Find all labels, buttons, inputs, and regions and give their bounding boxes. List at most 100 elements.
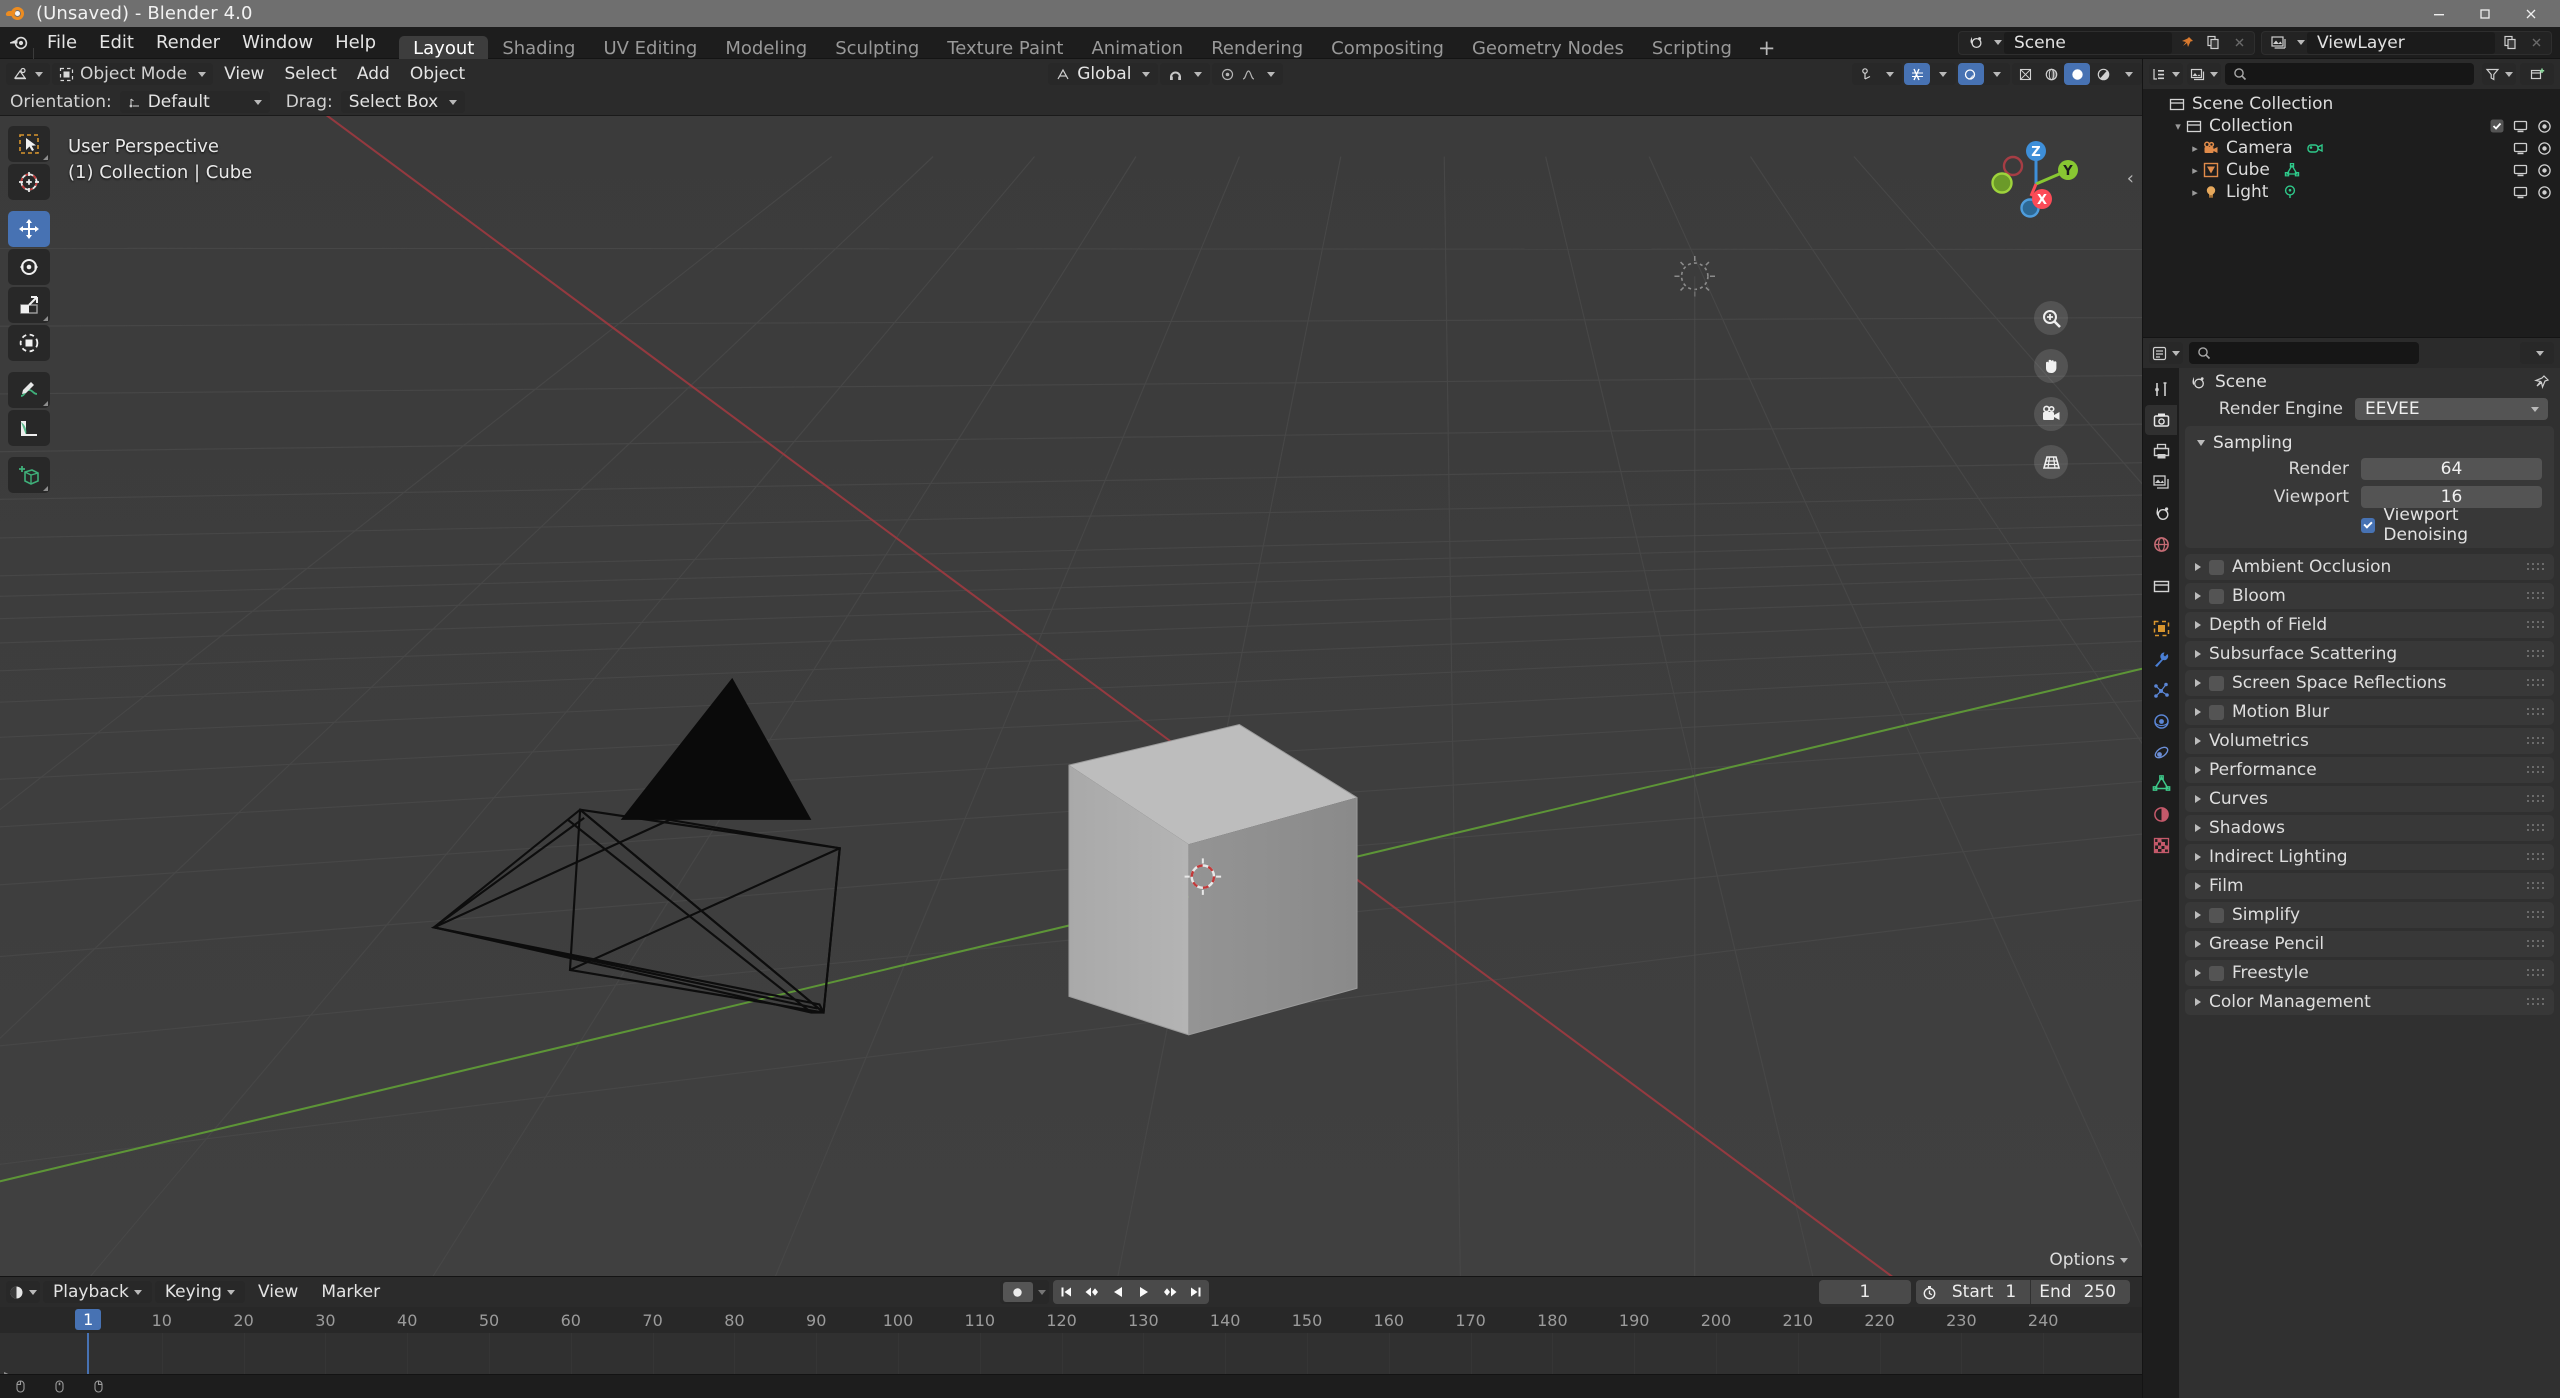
- unlink-scene-icon[interactable]: [2226, 32, 2252, 54]
- drag-dropdown[interactable]: Select Box: [341, 91, 465, 113]
- viewport-gizmos-toggle[interactable]: [1852, 63, 1902, 85]
- properties-editor-type-button[interactable]: [2149, 342, 2183, 364]
- disable-in-viewports-icon[interactable]: [2513, 185, 2528, 200]
- tab-rendering[interactable]: Rendering: [1197, 36, 1317, 62]
- play-icon[interactable]: [1131, 1280, 1157, 1304]
- disable-in-renders-icon[interactable]: [2537, 141, 2552, 156]
- tab-texture-paint[interactable]: Texture Paint: [933, 36, 1077, 62]
- timeline-menu-keying[interactable]: Keying: [155, 1281, 245, 1303]
- playhead[interactable]: [87, 1333, 89, 1374]
- blender-menu-icon[interactable]: [6, 30, 32, 56]
- properties-panel-depth-of-field[interactable]: Depth of Field: [2185, 612, 2554, 638]
- xray-chevron-down-icon[interactable]: [1984, 63, 2010, 85]
- pin-scene-icon[interactable]: [2174, 32, 2200, 54]
- solid-shading-button[interactable]: [2038, 63, 2064, 85]
- shading-chevron-down-icon[interactable]: [2116, 63, 2142, 85]
- light-data-icon[interactable]: [2282, 184, 2298, 200]
- timeline-ruler[interactable]: 1020304050607080901001101201301401501601…: [0, 1307, 2142, 1333]
- viewlayer-selector[interactable]: ViewLayer: [2261, 31, 2552, 55]
- frame-range-group[interactable]: Start 1 End 250: [1916, 1280, 2130, 1304]
- disable-in-viewports-icon[interactable]: [2513, 163, 2528, 178]
- timeline-editor-type-button[interactable]: [6, 1281, 40, 1303]
- material-preview-button[interactable]: [2064, 63, 2090, 85]
- properties-tab-object-data[interactable]: [2145, 768, 2177, 798]
- camera-view-icon[interactable]: [2034, 397, 2068, 431]
- tab-layout[interactable]: Layout: [399, 36, 488, 62]
- menu-help[interactable]: Help: [324, 30, 387, 56]
- close-button[interactable]: [2508, 0, 2554, 27]
- add-cube-tool[interactable]: [8, 457, 50, 493]
- new-viewlayer-icon[interactable]: [2497, 32, 2523, 54]
- properties-tab-object[interactable]: [2145, 613, 2177, 643]
- disable-in-renders-icon[interactable]: [2537, 185, 2552, 200]
- disclosure-triangle-icon[interactable]: ▸: [2187, 142, 2203, 155]
- jump-end-icon[interactable]: [1183, 1280, 1209, 1304]
- outliner-editor-type-button[interactable]: [2149, 63, 2183, 85]
- add-workspace-button[interactable]: +: [1746, 36, 1788, 60]
- disclosure-triangle-icon[interactable]: ▸: [2187, 164, 2203, 177]
- remove-viewlayer-icon[interactable]: [2523, 32, 2549, 54]
- properties-panel-subsurface-scattering[interactable]: Subsurface Scattering: [2185, 641, 2554, 667]
- disable-in-viewports-icon[interactable]: [2513, 119, 2528, 134]
- viewport-options-button[interactable]: Options: [2049, 1250, 2128, 1270]
- play-reverse-icon[interactable]: [1105, 1280, 1131, 1304]
- auto-keying-group[interactable]: [1000, 1280, 1049, 1304]
- panel-enable-checkbox[interactable]: [2209, 705, 2224, 720]
- camera-data-icon[interactable]: [2307, 140, 2323, 156]
- current-frame-field[interactable]: 1: [1819, 1280, 1911, 1304]
- disable-in-viewports-icon[interactable]: [2513, 141, 2528, 156]
- properties-search-input[interactable]: [2189, 342, 2419, 364]
- orientation-dropdown[interactable]: Default: [120, 91, 270, 113]
- properties-tab-render[interactable]: [2145, 405, 2177, 435]
- outliner-display-mode-button[interactable]: [2187, 63, 2221, 85]
- tab-compositing[interactable]: Compositing: [1317, 36, 1458, 62]
- timeline-menu-view[interactable]: View: [248, 1281, 308, 1303]
- transform-tool[interactable]: [8, 325, 50, 361]
- ortho-persp-icon[interactable]: [2034, 445, 2068, 479]
- outliner-row-cube[interactable]: ▸Cube: [2143, 159, 2560, 181]
- viewport-menu-view[interactable]: View: [215, 63, 273, 85]
- tab-scripting[interactable]: Scripting: [1638, 36, 1746, 62]
- render-engine-dropdown[interactable]: EEVEE: [2355, 398, 2548, 420]
- outliner-row-camera[interactable]: ▸Camera: [2143, 137, 2560, 159]
- viewlayer-name-field[interactable]: ViewLayer: [2307, 32, 2495, 54]
- menu-window[interactable]: Window: [231, 30, 324, 56]
- proportional-edit-toggle[interactable]: [1212, 63, 1283, 85]
- properties-panel-film[interactable]: Film: [2185, 873, 2554, 899]
- playhead-frame-label[interactable]: 1: [75, 1309, 101, 1330]
- tab-geometry-nodes[interactable]: Geometry Nodes: [1458, 36, 1638, 62]
- snap-toggle[interactable]: [1160, 63, 1210, 85]
- panel-enable-checkbox[interactable]: [2209, 560, 2224, 575]
- move-tool[interactable]: [8, 211, 50, 247]
- rotate-tool[interactable]: [8, 249, 50, 285]
- properties-panel-grease-pencil[interactable]: Grease Pencil: [2185, 931, 2554, 957]
- next-keyframe-icon[interactable]: [1157, 1280, 1183, 1304]
- timeline-menu-marker[interactable]: Marker: [311, 1281, 390, 1303]
- outliner-row-collection[interactable]: ▾Collection: [2143, 115, 2560, 137]
- scene-selector[interactable]: Scene: [1958, 31, 2255, 55]
- tweak-select-tool[interactable]: [8, 126, 50, 162]
- editor-type-button[interactable]: [6, 63, 50, 85]
- properties-tab-view-layer[interactable]: [2145, 467, 2177, 497]
- measure-tool[interactable]: [8, 410, 50, 446]
- properties-panel-volumetrics[interactable]: Volumetrics: [2185, 728, 2554, 754]
- xray-group[interactable]: [1958, 63, 2010, 85]
- disclosure-triangle-icon[interactable]: ▾: [2170, 120, 2186, 133]
- menu-render[interactable]: Render: [145, 30, 231, 56]
- scale-tool[interactable]: [8, 287, 50, 323]
- overlays-chevron-down-icon[interactable]: [1930, 63, 1956, 85]
- interaction-mode-selector[interactable]: Object Mode: [52, 63, 213, 85]
- properties-tab-constraints[interactable]: [2145, 737, 2177, 767]
- properties-panel-ambient-occlusion[interactable]: Ambient Occlusion: [2185, 554, 2554, 580]
- show-overlays-toggle[interactable]: [1904, 63, 1930, 85]
- disclosure-triangle-icon[interactable]: ▸: [2187, 186, 2203, 199]
- properties-tab-tool[interactable]: [2145, 374, 2177, 404]
- shading-modes-group[interactable]: [2012, 63, 2142, 85]
- panel-enable-checkbox[interactable]: [2209, 908, 2224, 923]
- menu-file[interactable]: File: [36, 30, 88, 56]
- sampling-viewport-field[interactable]: 16: [2361, 486, 2542, 508]
- collection-enable-checkbox[interactable]: [2490, 119, 2504, 133]
- rendered-shading-button[interactable]: [2090, 63, 2116, 85]
- properties-panel-freestyle[interactable]: Freestyle: [2185, 960, 2554, 986]
- annotate-tool[interactable]: [8, 372, 50, 408]
